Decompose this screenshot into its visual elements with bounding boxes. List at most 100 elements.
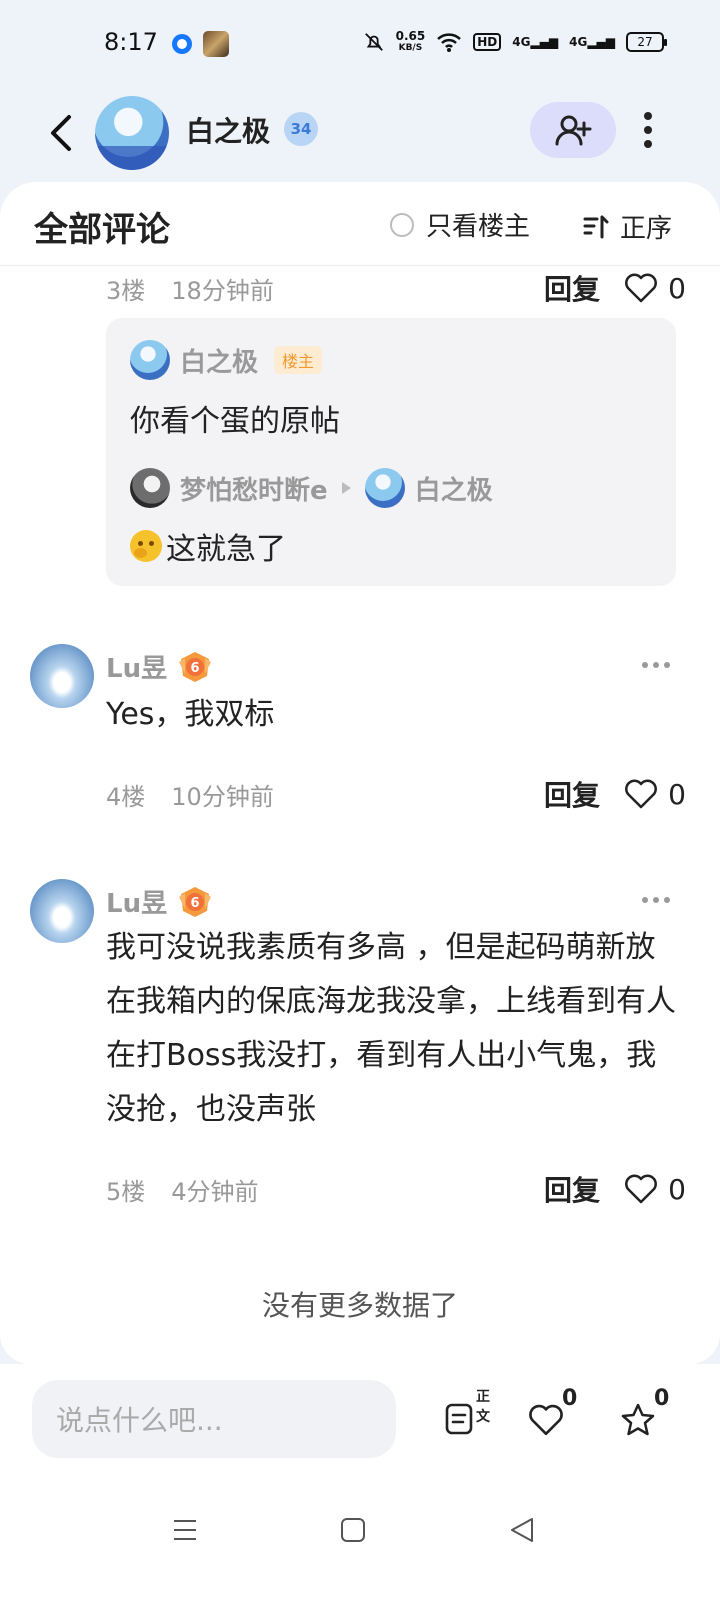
comments-card: 全部评论 只看楼主 正序 3楼 18分钟前 回复 0 白之极 楼主 你看个蛋的原… [0, 182, 720, 1364]
wifi-icon [437, 33, 462, 52]
sort-button[interactable]: 正序 [582, 208, 672, 245]
reply-target-author[interactable]: 白之极 [415, 470, 493, 507]
floor-number: 4楼 [106, 782, 146, 811]
more-options-button[interactable] [636, 110, 660, 150]
add-user-icon [555, 115, 592, 146]
more-horizontal-dot [664, 897, 670, 903]
comment-author[interactable]: Lu昱 [106, 883, 167, 920]
post-time: 10分钟前 [171, 782, 274, 811]
heart-icon [625, 779, 658, 809]
back-triangle-icon [511, 1518, 533, 1542]
author-name[interactable]: 白之极 [186, 110, 270, 150]
no-more-data-text: 没有更多数据了 [261, 1289, 458, 1322]
sub-reply-author[interactable]: 白之极 [180, 342, 258, 379]
net-speed-value: 0.65 [395, 29, 426, 43]
more-vertical-dot [644, 140, 652, 148]
post-like-count: 0 [562, 1386, 578, 1411]
comment-more-button[interactable] [642, 662, 670, 668]
more-horizontal-dot [664, 662, 670, 668]
signal-1: 4G▂▄▆ [512, 35, 559, 49]
like-count: 0 [668, 1172, 686, 1206]
back-button[interactable] [40, 108, 80, 158]
avatar[interactable] [30, 644, 94, 708]
bottom-action-bar: 说点什么吧... 正文 0 0 [0, 1364, 720, 1474]
post-time: 18分钟前 [171, 276, 274, 305]
like-count: 0 [668, 271, 686, 305]
system-nav-bar [0, 1474, 720, 1600]
status-right: 0.65 KB/S HD 4G▂▄▆ 4G▂▄▆ 27 [363, 29, 667, 54]
comment-meta: 5楼 4分钟前 回复 0 [106, 1169, 686, 1209]
comment-more-button[interactable] [642, 897, 670, 903]
star-icon [621, 1403, 655, 1436]
sub-reply-author[interactable]: 梦怕愁时断e [180, 470, 328, 507]
level-number: 6 [191, 661, 200, 676]
back-arrow-icon [51, 115, 71, 151]
more-vertical-icon [644, 112, 652, 120]
author-avatar[interactable] [95, 96, 169, 170]
heart-icon [625, 273, 658, 303]
post-time: 4分钟前 [171, 1177, 259, 1206]
hd-badge: HD [473, 33, 502, 51]
signal-2: 4G▂▄▆ [569, 35, 615, 49]
only-op-toggle[interactable]: 只看楼主 [390, 206, 530, 243]
status-bar: 8:17 0.65 KB/S HD 4G▂▄▆ 4G▂▄▆ 27 [0, 0, 720, 88]
favorite-button[interactable]: 0 [620, 1386, 669, 1448]
avatar[interactable] [30, 879, 94, 943]
level-number: 6 [191, 896, 200, 911]
follow-button[interactable] [530, 102, 616, 158]
like-button[interactable]: 0 [624, 778, 686, 811]
reply-button[interactable]: 回复 [544, 1169, 600, 1209]
reply-button[interactable]: 回复 [544, 268, 600, 308]
avatar[interactable] [130, 468, 170, 508]
sub-reply-text: 你看个蛋的原帖 [130, 404, 340, 439]
view-body-button[interactable]: 正文 [444, 1389, 490, 1448]
home-button[interactable] [333, 1510, 373, 1550]
like-button[interactable]: 0 [624, 1173, 686, 1206]
more-horizontal-dot [653, 897, 659, 903]
status-time: 8:17 [104, 28, 158, 56]
comment-meta: 4楼 10分钟前 回复 0 [106, 774, 686, 814]
comment-text: 我可没说我素质有多高 ，但是起码萌新放在我箱内的保底海龙我没拿，上线看到有人在打… [106, 930, 676, 1127]
only-op-radio[interactable] [390, 212, 414, 237]
like-count: 0 [668, 777, 686, 811]
more-vertical-dot [644, 126, 652, 134]
comment-author-row: Lu昱 6 [106, 648, 213, 685]
favorite-count: 0 [654, 1386, 670, 1411]
signal-1-label: 4G [512, 35, 531, 49]
app-notification-icon [172, 34, 192, 54]
comment-input-placeholder: 说点什么吧... [56, 1404, 223, 1437]
only-op-label: 只看楼主 [426, 212, 531, 242]
more-horizontal-icon [642, 662, 648, 668]
sort-icon [583, 215, 609, 238]
floor-number: 5楼 [106, 1177, 146, 1206]
heart-icon [529, 1404, 563, 1436]
menu-icon [174, 1520, 196, 1540]
like-post-button[interactable]: 0 [528, 1386, 577, 1448]
thinking-emoji-icon [130, 530, 162, 562]
avatar[interactable] [364, 468, 405, 508]
more-horizontal-dot [653, 662, 659, 668]
sub-reply-text-row: 这就急了 [130, 524, 286, 568]
sub-replies-box[interactable]: 白之极 楼主 你看个蛋的原帖 梦怕愁时断e 白之极 这就急了 [106, 318, 676, 586]
more-horizontal-icon [642, 897, 648, 903]
floor3-meta: 3楼 18分钟前 回复 0 [106, 268, 686, 308]
net-speed-unit: KB/S [398, 43, 423, 53]
recent-apps-button[interactable] [165, 1510, 205, 1550]
heart-icon [625, 1174, 658, 1204]
system-back-button[interactable] [502, 1510, 542, 1550]
reply-button[interactable]: 回复 [544, 774, 600, 814]
comment-input[interactable]: 说点什么吧... [32, 1380, 396, 1458]
comment-author[interactable]: Lu昱 [106, 648, 167, 685]
reply-to-arrow-icon [341, 482, 351, 494]
sub-reply-header: 梦怕愁时断e 白之极 [130, 468, 493, 508]
floor-number: 3楼 [106, 276, 146, 305]
op-tag-badge: 楼主 [274, 346, 323, 374]
mute-bell-icon [364, 33, 383, 51]
home-square-icon [341, 1518, 365, 1542]
avatar[interactable] [130, 340, 170, 380]
comment-text: Yes，我双标 [106, 697, 275, 732]
document-icon [445, 1403, 473, 1435]
author-level-badge: 34 [284, 112, 318, 146]
like-button[interactable]: 0 [624, 272, 686, 305]
comments-header: 全部评论 只看楼主 正序 [0, 182, 720, 266]
